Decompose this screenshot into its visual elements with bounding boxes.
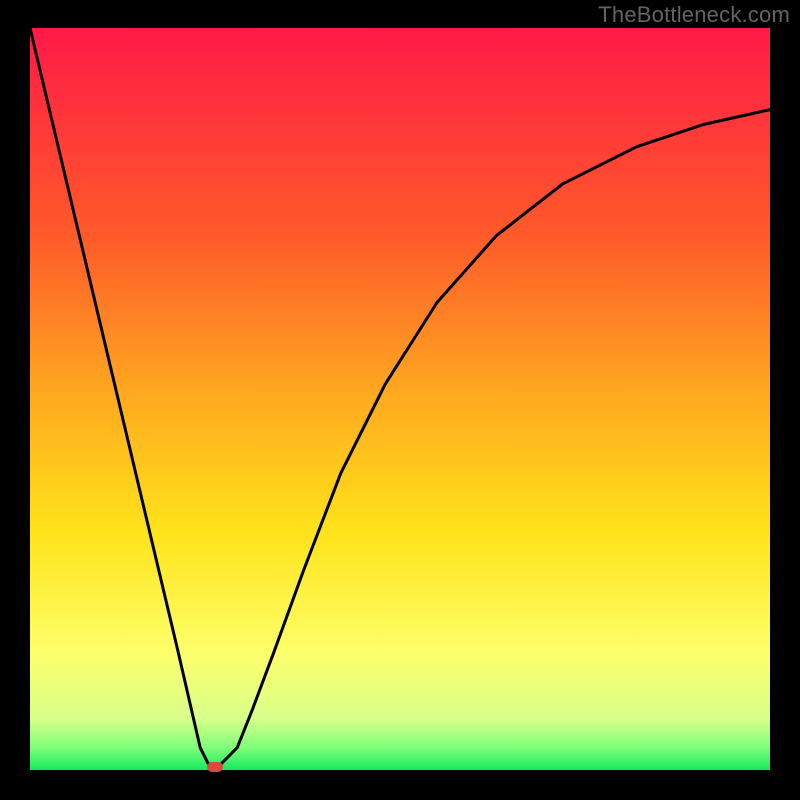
chart-stage: TheBottleneck.com bbox=[0, 0, 800, 800]
chart-svg bbox=[0, 0, 800, 800]
minimum-marker bbox=[207, 762, 223, 772]
watermark-text: TheBottleneck.com bbox=[598, 2, 790, 28]
